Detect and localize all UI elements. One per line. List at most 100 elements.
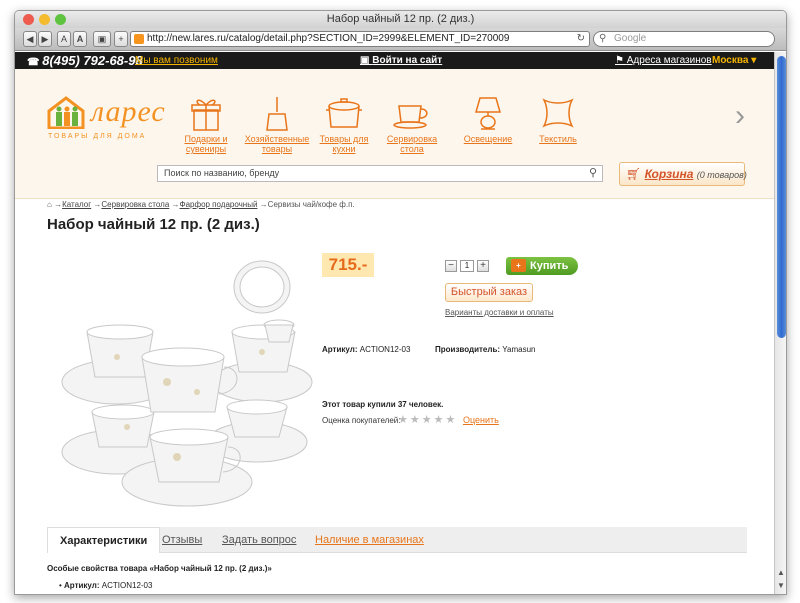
- address-bar[interactable]: http://new.lares.ru/catalog/detail.php?S…: [130, 31, 590, 47]
- vertical-scrollbar[interactable]: ▲ ▼: [774, 52, 786, 594]
- browser-search-input[interactable]: ⚲ Google: [593, 31, 775, 47]
- rating-label: Оценка покупателей:: [322, 416, 401, 425]
- buy-button[interactable]: + Купить: [506, 257, 578, 275]
- stores-link[interactable]: ⚑ Адреса магазинов: [615, 55, 712, 66]
- cart-count: (0 товаров): [696, 170, 747, 180]
- site-search-placeholder: Поиск по названию, бренду: [164, 168, 280, 178]
- category-household[interactable]: Хозяйственные товары: [242, 94, 312, 154]
- window-title: Набор чайный 12 пр. (2 диз.): [326, 13, 475, 25]
- article-value: ACTION12-03: [359, 345, 411, 354]
- product-image[interactable]: [47, 242, 317, 512]
- site-header: ларес ТОВАРЫ ДЛЯ ДОМА Подарки и сувениры …: [15, 69, 774, 199]
- category-label: Освещение: [463, 134, 513, 144]
- text-smaller-button[interactable]: A: [57, 31, 71, 47]
- search-icon: ⚲: [599, 33, 607, 44]
- spec-row: • Артикул: ACTION12-03: [59, 581, 152, 590]
- image-icon: ▣: [97, 33, 107, 44]
- close-window-button[interactable]: [23, 14, 34, 25]
- dustpan-icon: [266, 97, 288, 131]
- scroll-up-icon[interactable]: ▲: [777, 568, 785, 577]
- text-bigger-button[interactable]: A: [73, 31, 87, 47]
- lock-icon: ▣: [360, 55, 373, 66]
- browser-search-placeholder: Google: [614, 33, 647, 44]
- tab-ask-question[interactable]: Задать вопрос: [222, 527, 296, 553]
- plus-icon: +: [118, 34, 124, 44]
- scrollbar-thumb[interactable]: [777, 56, 786, 338]
- tab-reviews[interactable]: Отзывы: [162, 527, 202, 553]
- article-label: Артикул:: [322, 345, 358, 354]
- logo-word: ларес: [91, 95, 166, 128]
- cart-plus-icon: +: [511, 259, 526, 272]
- breadcrumb-item[interactable]: Сервировка стола: [101, 200, 169, 209]
- minimize-window-button[interactable]: [39, 14, 50, 25]
- category-kitchen[interactable]: Товары для кухни: [309, 94, 379, 154]
- cart-button[interactable]: 🛒︎ Корзина (0 товаров): [619, 162, 747, 186]
- window-controls: [23, 14, 66, 25]
- site-favicon-icon: [134, 34, 144, 44]
- chevron-right-icon[interactable]: ›: [735, 99, 745, 133]
- breadcrumb-current: Сервизы чай/кофе ф.п.: [267, 200, 355, 209]
- article-info: Артикул: ACTION12-03: [322, 345, 410, 354]
- category-label: Текстиль: [539, 134, 577, 144]
- city-selector[interactable]: Москва ▾: [712, 55, 756, 66]
- site-top-bar: ☎ 8(495) 792-68-98 Мы вам позвоним ▣ Вой…: [15, 52, 774, 69]
- site-search-input[interactable]: Поиск по названию, бренду ⚲: [157, 165, 603, 182]
- tab-store-availability[interactable]: Наличие в магазинах: [315, 527, 424, 553]
- cart-label: Корзина: [644, 167, 694, 181]
- manufacturer-label: Производитель:: [435, 345, 501, 354]
- gift-icon: [191, 99, 221, 131]
- product-price: 715.-: [322, 253, 374, 277]
- browser-toolbar: ◀ ▶ A A ▣ + http://new.lares.ru/catalog/…: [15, 28, 786, 51]
- quantity-decrease-button[interactable]: −: [445, 260, 457, 272]
- site-logo[interactable]: ларес ТОВАРЫ ДЛЯ ДОМА: [46, 95, 165, 140]
- add-bookmark-button[interactable]: +: [114, 31, 128, 47]
- phone-number: ☎ 8(495) 792-68-98: [27, 53, 143, 68]
- teacup-icon: [393, 105, 428, 129]
- url-text: http://new.lares.ru/catalog/detail.php?S…: [147, 33, 510, 44]
- quantity-increase-button[interactable]: +: [477, 260, 489, 272]
- specs-title: Особые свойства товара «Набор чайный 12 …: [47, 564, 272, 573]
- login-link[interactable]: ▣ Войти на сайт: [360, 55, 442, 66]
- category-label: Сервировка стола: [386, 134, 438, 154]
- breadcrumb: ⌂ →Каталог →Сервировка стола →Фарфор под…: [47, 200, 355, 209]
- cart-icon: 🛒︎: [626, 167, 645, 181]
- home-icon[interactable]: ⌂: [47, 200, 52, 209]
- category-gifts[interactable]: Подарки и сувениры: [171, 94, 241, 154]
- scroll-down-icon[interactable]: ▼: [777, 581, 785, 590]
- delivery-link[interactable]: Варианты доставки и оплаты: [445, 308, 554, 317]
- zoom-window-button[interactable]: [55, 14, 66, 25]
- quick-order-button[interactable]: Быстрый заказ: [445, 283, 533, 302]
- category-textile[interactable]: Текстиль: [523, 94, 593, 144]
- breadcrumb-item[interactable]: Каталог: [62, 200, 91, 209]
- callback-link[interactable]: Мы вам позвоним: [135, 55, 218, 66]
- manufacturer-info: Производитель: Yamasun: [435, 345, 535, 354]
- snapback-button[interactable]: ▣: [93, 31, 111, 47]
- page-viewport: ☎ 8(495) 792-68-98 Мы вам позвоним ▣ Вой…: [15, 52, 774, 594]
- reload-icon[interactable]: ↻: [577, 32, 585, 46]
- manufacturer-value: Yamasun: [502, 345, 536, 354]
- pin-icon: ⚑: [615, 55, 627, 66]
- category-lighting[interactable]: Освещение: [453, 94, 523, 144]
- phone-icon: ☎: [27, 57, 43, 68]
- category-label: Товары для кухни: [319, 134, 369, 154]
- forward-button[interactable]: ▶: [38, 31, 52, 47]
- title-bar: Набор чайный 12 пр. (2 диз.): [15, 11, 786, 28]
- spec-value: ACTION12-03: [101, 581, 153, 590]
- search-icon[interactable]: ⚲: [589, 166, 597, 181]
- page-title: Набор чайный 12 пр. (2 диз.): [47, 216, 260, 233]
- back-button[interactable]: ◀: [23, 31, 37, 47]
- logo-tagline: ТОВАРЫ ДЛЯ ДОМА: [48, 133, 147, 140]
- quantity-stepper: − 1 +: [445, 260, 489, 272]
- category-tableware[interactable]: Сервировка стола: [377, 94, 447, 154]
- browser-window: Набор чайный 12 пр. (2 диз.) ◀ ▶ A A ▣ +…: [14, 10, 787, 595]
- rate-link[interactable]: Оценить: [463, 415, 499, 425]
- pot-icon: [326, 98, 362, 128]
- house-logo-icon: [47, 96, 85, 130]
- bought-count-text: Этот товар купили 37 человек.: [322, 400, 444, 409]
- breadcrumb-item[interactable]: Фарфор подарочный: [180, 200, 258, 209]
- tab-characteristics[interactable]: Характеристики: [47, 527, 161, 553]
- spec-label: Артикул:: [64, 581, 100, 590]
- rating-stars[interactable]: ★★★★★: [398, 413, 457, 426]
- pillow-icon: [542, 98, 574, 128]
- quantity-input[interactable]: 1: [460, 260, 474, 272]
